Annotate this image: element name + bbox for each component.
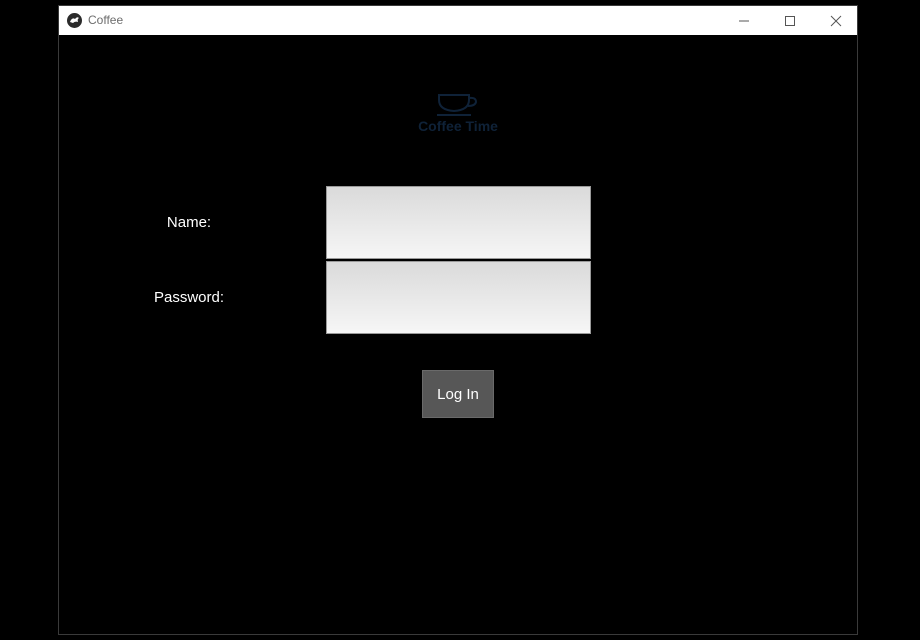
kivy-app-icon (67, 13, 82, 28)
close-icon (830, 15, 842, 27)
maximize-icon (785, 16, 795, 26)
login-button[interactable]: Log In (422, 370, 494, 418)
close-button[interactable] (813, 6, 857, 35)
logo-text: Coffee Time (418, 118, 498, 134)
logo: Coffee Time (408, 93, 508, 134)
title-bar[interactable]: Coffee (59, 6, 857, 35)
window-title: Coffee (88, 13, 124, 27)
login-screen: Coffee Time Name: Password: Log In (59, 35, 857, 634)
minimize-icon (739, 20, 749, 22)
minimize-button[interactable] (721, 6, 767, 35)
password-label: Password: (153, 289, 225, 306)
password-input[interactable] (326, 261, 591, 334)
coffee-cup-icon (437, 94, 478, 116)
name-label: Name: (166, 214, 212, 231)
app-window: Coffee Coffee Time Name: Password: Log I… (58, 5, 858, 635)
name-input[interactable] (326, 186, 591, 259)
maximize-button[interactable] (767, 6, 813, 35)
